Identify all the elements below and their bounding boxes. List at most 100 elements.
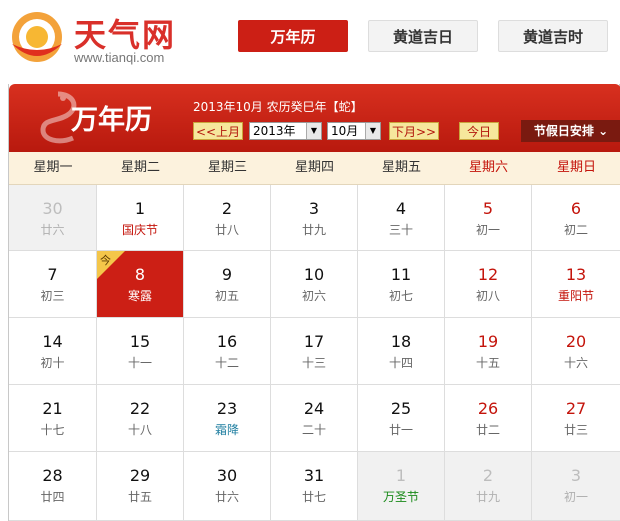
calendar-day[interactable]: 27 廿三 [532, 385, 620, 452]
day-number: 3 [570, 466, 582, 485]
chevron-down-icon: ▼ [306, 123, 321, 139]
calendar-day[interactable]: 9 初五 [184, 251, 271, 318]
weekday-label: 星期四 [294, 160, 334, 175]
calendar-day[interactable]: 10 初六 [271, 251, 358, 318]
weekday-label: 星期一 [33, 160, 73, 175]
lunar-day-label: 三十 [388, 223, 413, 237]
calendar-title: 万年历 [71, 105, 152, 136]
calendar-day[interactable]: 1 国庆节 [97, 185, 184, 251]
calendar-day[interactable]: 29 廿五 [97, 452, 184, 521]
lunar-day-label: 初二 [563, 223, 588, 237]
calendar-day[interactable]: 2 廿九 [445, 452, 532, 521]
tab-huangdao-jishi[interactable]: 黄道吉时 [498, 20, 608, 52]
lunar-day-label: 十六 [563, 356, 588, 370]
calendar-day[interactable]: 6 初二 [532, 185, 620, 251]
day-number: 15 [129, 332, 151, 351]
day-number: 26 [477, 399, 499, 418]
day-number: 12 [477, 265, 499, 284]
calendar-day[interactable]: 14 初十 [9, 318, 97, 385]
calendar-day[interactable]: 30 廿六 [9, 185, 97, 251]
day-number: 23 [216, 399, 238, 418]
calendar-day[interactable]: 16 十二 [184, 318, 271, 385]
today-button[interactable]: 今日 [459, 122, 499, 140]
holiday-schedule-button[interactable]: 节假日安排 ⌄ [521, 120, 620, 142]
lunar-day-label: 初三 [40, 289, 65, 303]
calendar-day[interactable]: 5 初一 [445, 185, 532, 251]
day-number: 30 [216, 466, 238, 485]
lunar-day-label: 初五 [214, 289, 239, 303]
year-select[interactable]: 2013年 ▼ [249, 122, 322, 140]
chevron-down-icon: ⌄ [598, 124, 609, 138]
calendar-day[interactable]: 1 万圣节 [358, 452, 445, 521]
lunar-day-label: 初一 [563, 490, 588, 504]
lunar-day-label: 廿九 [301, 223, 326, 237]
calendar-day[interactable]: 2 廿八 [184, 185, 271, 251]
lunar-day-label: 国庆节 [121, 223, 158, 237]
day-number: 5 [482, 199, 494, 218]
lunar-info: 2013年10月 农历癸巳年【蛇】 [193, 100, 363, 114]
calendar-day[interactable]: 19 十五 [445, 318, 532, 385]
site-logo[interactable]: 天气网 www.tianqi.com [10, 6, 200, 70]
day-number: 17 [303, 332, 325, 351]
calendar: 万年历 2013年10月 农历癸巳年【蛇】 <<上月 2013年 ▼ 10月 ▼… [8, 84, 620, 521]
weekday-header: 星期一 星期二 星期三 星期四 星期五 星期六 星期日 [9, 152, 620, 185]
calendar-day[interactable]: 12 初八 [445, 251, 532, 318]
calendar-day[interactable]: 30 廿六 [184, 452, 271, 521]
next-month-button[interactable]: 下月>> [389, 122, 439, 140]
calendar-day[interactable]: 26 廿二 [445, 385, 532, 452]
day-number: 29 [129, 466, 151, 485]
month-select[interactable]: 10月 ▼ [327, 122, 381, 140]
day-number: 25 [390, 399, 412, 418]
day-number: 22 [129, 399, 151, 418]
calendar-day[interactable]: 22 十八 [97, 385, 184, 452]
calendar-day[interactable]: 18 十四 [358, 318, 445, 385]
tab-huangdao-jiri[interactable]: 黄道吉日 [368, 20, 478, 52]
calendar-header: 万年历 2013年10月 农历癸巳年【蛇】 <<上月 2013年 ▼ 10月 ▼… [9, 84, 620, 152]
day-number: 10 [303, 265, 325, 284]
lunar-day-label: 初十 [40, 356, 65, 370]
calendar-day[interactable]: 23 霜降 [184, 385, 271, 452]
day-number: 2 [221, 199, 233, 218]
sun-logo-icon [12, 12, 62, 62]
calendar-day[interactable]: 20 十六 [532, 318, 620, 385]
calendar-day[interactable]: 24 二十 [271, 385, 358, 452]
calendar-day[interactable]: 17 十三 [271, 318, 358, 385]
calendar-day[interactable]: 28 廿四 [9, 452, 97, 521]
calendar-day[interactable]: 31 廿七 [271, 452, 358, 521]
calendar-day[interactable]: 13 重阳节 [532, 251, 620, 318]
day-number: 28 [42, 466, 63, 485]
calendar-day[interactable]: 4 三十 [358, 185, 445, 251]
calendar-day[interactable]: 25 廿一 [358, 385, 445, 452]
tab-wannianli[interactable]: 万年历 [238, 20, 348, 52]
day-number: 16 [216, 332, 238, 351]
lunar-day-label: 廿五 [127, 490, 152, 504]
month-value: 10月 [331, 124, 359, 138]
lunar-day-label: 廿三 [563, 423, 588, 437]
day-number: 27 [565, 399, 587, 418]
day-number: 8 [134, 265, 146, 284]
calendar-day[interactable]: 15 十一 [97, 318, 184, 385]
lunar-day-label: 十三 [301, 356, 326, 370]
day-number: 19 [477, 332, 499, 351]
lunar-day-label: 廿六 [40, 223, 65, 237]
day-number: 18 [390, 332, 412, 351]
calendar-day-today[interactable]: 今 8 寒露 [97, 251, 184, 318]
day-number: 13 [565, 265, 587, 284]
lunar-day-label: 十一 [127, 356, 152, 370]
calendar-day[interactable]: 3 初一 [532, 452, 620, 521]
calendar-day[interactable]: 3 廿九 [271, 185, 358, 251]
lunar-day-label: 初一 [475, 223, 500, 237]
calendar-day[interactable]: 11 初七 [358, 251, 445, 318]
calendar-grid: 30 廿六 1 国庆节 2 廿八 3 廿九 4 三十 5 初一 6 初二 7 初三今 8 寒露 9 初五 10 初六 11 初… [9, 185, 620, 521]
prev-month-button[interactable]: <<上月 [193, 122, 243, 140]
lunar-day-label: 万圣节 [382, 490, 419, 504]
weekday-label: 星期五 [381, 160, 421, 175]
calendar-day[interactable]: 7 初三 [9, 251, 97, 318]
lunar-day-label: 十二 [214, 356, 239, 370]
day-number: 1 [134, 199, 146, 218]
lunar-day-label: 霜降 [214, 423, 239, 437]
lunar-day-label: 十五 [475, 356, 500, 370]
holiday-schedule-label: 节假日安排 [533, 124, 594, 138]
calendar-day[interactable]: 21 十七 [9, 385, 97, 452]
year-value: 2013年 [253, 124, 296, 138]
